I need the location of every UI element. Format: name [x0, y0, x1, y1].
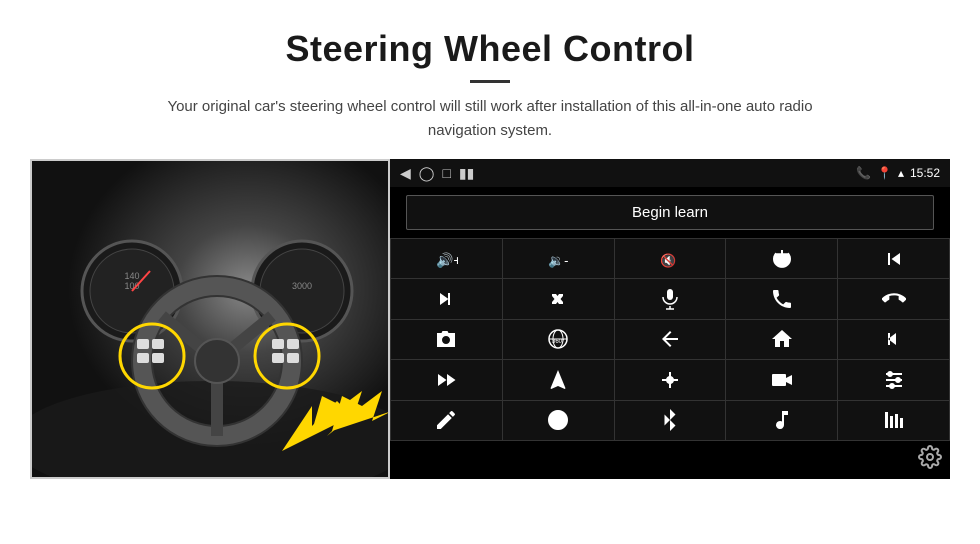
360-view-button[interactable]: 360° — [503, 320, 614, 359]
camera-button[interactable] — [391, 320, 502, 359]
prev-track-button[interactable] — [838, 239, 949, 278]
status-left: ◀ ◯ □ ▮▮ — [400, 165, 474, 182]
android-panel: ◀ ◯ □ ▮▮ 📞 📍 ▴ 15:52 Begin learn — [390, 159, 950, 479]
content-row: 140 100 3000 — [30, 159, 950, 479]
page-wrapper: Steering Wheel Control Your original car… — [0, 0, 980, 499]
music-button[interactable] — [726, 401, 837, 440]
status-time: 15:52 — [910, 166, 940, 180]
begin-learn-button[interactable]: Begin learn — [406, 195, 934, 230]
svg-text:140: 140 — [124, 271, 139, 281]
svg-text:🔉-: 🔉- — [548, 253, 569, 269]
bluetooth-button[interactable] — [615, 401, 726, 440]
home-nav-button[interactable] — [726, 320, 837, 359]
phone-status-icon: 📞 — [856, 166, 871, 180]
svg-text:🔊+: 🔊+ — [436, 251, 458, 269]
settings-gear-icon[interactable] — [918, 445, 942, 475]
title-divider — [470, 80, 510, 83]
begin-learn-row: Begin learn — [390, 187, 950, 238]
navigate-button[interactable] — [503, 360, 614, 399]
microphone-button[interactable] — [615, 279, 726, 318]
signal-icon: ▮▮ — [459, 165, 474, 182]
power-button[interactable] — [726, 239, 837, 278]
record-button[interactable] — [726, 360, 837, 399]
android-statusbar: ◀ ◯ □ ▮▮ 📞 📍 ▴ 15:52 — [390, 159, 950, 187]
back-icon[interactable]: ◀ — [400, 165, 411, 182]
hang-up-button[interactable] — [838, 279, 949, 318]
car-image: 140 100 3000 — [30, 159, 390, 479]
settings-row — [390, 441, 950, 479]
fast-forward-button[interactable] — [391, 360, 502, 399]
shuffle-button[interactable] — [503, 279, 614, 318]
wifi-icon: ▴ — [898, 166, 904, 180]
home-circle-icon[interactable]: ◯ — [419, 165, 435, 182]
disc-button[interactable] — [503, 401, 614, 440]
skip-next-button[interactable] — [391, 279, 502, 318]
controls-grid: 🔊+ 🔉- 🔇 — [390, 238, 950, 441]
settings-control-button[interactable] — [838, 360, 949, 399]
mute-button[interactable]: 🔇 — [615, 239, 726, 278]
page-title: Steering Wheel Control — [30, 28, 950, 70]
subtitle: Your original car's steering wheel contr… — [140, 95, 840, 143]
equalizer-button[interactable] — [615, 360, 726, 399]
svg-text:🔇: 🔇 — [660, 253, 676, 268]
phone-button[interactable] — [726, 279, 837, 318]
back-nav-button[interactable] — [615, 320, 726, 359]
title-section: Steering Wheel Control Your original car… — [30, 28, 950, 143]
volume-up-button[interactable]: 🔊+ — [391, 239, 502, 278]
svg-text:3000: 3000 — [292, 281, 312, 291]
steering-wheel-scene: 140 100 3000 — [32, 161, 390, 479]
prev-chapter-button[interactable] — [838, 320, 949, 359]
volume-down-button[interactable]: 🔉- — [503, 239, 614, 278]
edit-button[interactable] — [391, 401, 502, 440]
equalizer2-button[interactable] — [838, 401, 949, 440]
location-icon: 📍 — [877, 166, 892, 180]
square-icon[interactable]: □ — [442, 165, 450, 181]
svg-text:360°: 360° — [552, 339, 565, 345]
status-right: 📞 📍 ▴ 15:52 — [856, 166, 940, 180]
